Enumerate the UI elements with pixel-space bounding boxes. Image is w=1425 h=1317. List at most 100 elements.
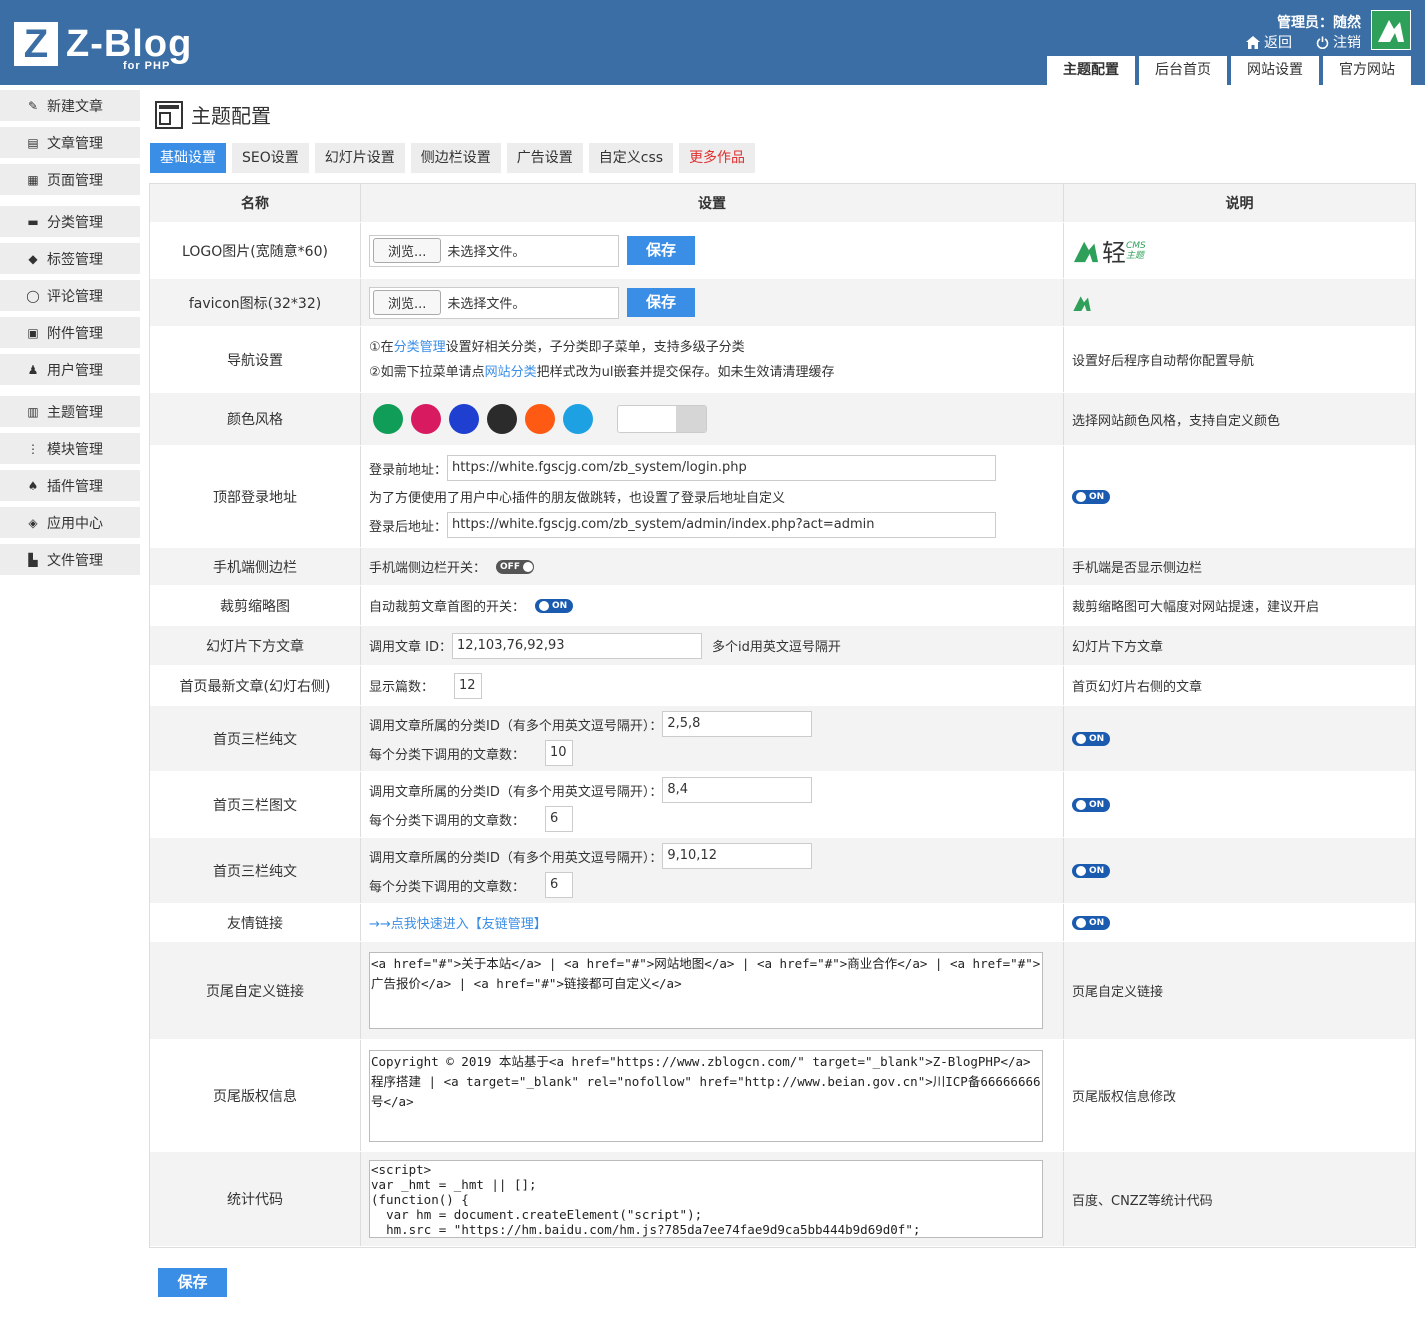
- three1-toggle[interactable]: ON: [1072, 731, 1110, 746]
- comment-icon: ◯: [26, 288, 40, 303]
- hint-text: 设置好相关分类，子分类即子菜单，支持多级子分类: [445, 339, 745, 355]
- tab-basic[interactable]: 基础设置: [150, 143, 226, 173]
- sidebar-item-new-article[interactable]: ✎ 新建文章: [0, 90, 140, 121]
- header-description: 说明: [1225, 196, 1254, 212]
- sidebar-item-attachments[interactable]: ▣ 附件管理: [0, 317, 140, 348]
- sidebar-item-comments[interactable]: ◯ 评论管理: [0, 280, 140, 311]
- sidebar-item-modules[interactable]: ⋮ 模块管理: [0, 433, 140, 464]
- row-description: 页尾自定义链接: [1072, 985, 1164, 1000]
- zblog-logo[interactable]: Z Z-Blog for PHP: [14, 22, 193, 72]
- three2-category-input[interactable]: 8,4: [662, 777, 813, 803]
- sidebar-item-plugins[interactable]: ♠ 插件管理: [0, 470, 140, 501]
- tab-admin-home[interactable]: 后台首页: [1139, 56, 1227, 85]
- row-description: 页尾版权信息修改: [1072, 1090, 1177, 1105]
- toggle-label: ON: [552, 600, 568, 611]
- sidebar-item-pages[interactable]: ▦ 页面管理: [0, 164, 140, 195]
- browse-button[interactable]: 浏览...: [373, 290, 442, 315]
- friend-links-manage-link[interactable]: →→点我快速进入【友链管理】: [369, 913, 1055, 932]
- three2-toggle[interactable]: ON: [1072, 797, 1110, 812]
- hint-text: ①在: [369, 339, 394, 355]
- table-row: 导航设置 ①在分类管理设置好相关分类，子分类即子菜单，支持多级子分类 ②如需下拉…: [150, 327, 1415, 393]
- row-label: favicon图标(32*32): [150, 279, 361, 326]
- tab-seo[interactable]: SEO设置: [232, 143, 309, 173]
- friend-links-toggle[interactable]: ON: [1072, 915, 1110, 930]
- row-label: 顶部登录地址: [150, 446, 361, 547]
- custom-color-picker[interactable]: [617, 405, 707, 433]
- toggle-label: ON: [1089, 491, 1105, 502]
- back-link[interactable]: 返回: [1246, 32, 1292, 52]
- tab-site-settings[interactable]: 网站设置: [1231, 56, 1319, 85]
- table-row: 首页三栏纯文 调用文章所属的分类ID（有多个用英文逗号隔开）： 9,10,12 每…: [150, 838, 1415, 904]
- color-swatch-blue[interactable]: [449, 404, 479, 434]
- box-icon: ◈: [28, 515, 38, 530]
- latest-count-input[interactable]: 12: [454, 672, 483, 699]
- tab-slideshow[interactable]: 幻灯片设置: [314, 143, 405, 173]
- sidebar-item-articles[interactable]: ▤ 文章管理: [0, 127, 140, 158]
- row-label: LOGO图片(宽随意*60): [150, 223, 361, 278]
- tab-sidebar[interactable]: 侧边栏设置: [410, 143, 501, 173]
- login-after-input[interactable]: https://white.fgscjg.com/zb_system/admin…: [447, 512, 997, 538]
- color-swatch-pink[interactable]: [411, 404, 441, 434]
- table-row: 颜色风格 选择网站颜色风格，支持自定义颜色: [150, 393, 1415, 446]
- row-description: 百度、CNZZ等统计代码: [1072, 1193, 1213, 1209]
- logo-title: Z-Blog: [66, 22, 193, 65]
- sidebar-item-users[interactable]: ♟ 用户管理: [0, 354, 140, 385]
- login-before-input[interactable]: https://white.fgscjg.com/zb_system/login…: [447, 455, 997, 481]
- color-swatch-orange[interactable]: [525, 404, 555, 434]
- no-file-text: 未选择文件。: [447, 245, 526, 260]
- favicon-file-input[interactable]: 浏览... 未选择文件。: [369, 286, 619, 319]
- settings-table: 名称 设置 说明 LOGO图片(宽随意*60) 浏览... 未选择文件。 保存 …: [149, 183, 1416, 1248]
- layout-icon: [155, 100, 183, 129]
- table-row: 首页最新文章(幻灯右侧) 显示篇数： 12 首页幻灯片右侧的文章: [150, 666, 1415, 706]
- tab-more-works[interactable]: 更多作品: [679, 143, 756, 173]
- footer-links-textarea[interactable]: <a href="#">关于本站</a> | <a href="#">网站地图<…: [369, 952, 1043, 1029]
- favicon-preview-icon: [1073, 295, 1091, 311]
- toggle-label: OFF: [500, 561, 520, 572]
- tab-ads[interactable]: 广告设置: [506, 143, 583, 173]
- thumb-crop-toggle[interactable]: ON: [535, 598, 574, 613]
- sidebar-item-themes[interactable]: ▥ 主题管理: [0, 396, 140, 427]
- submit-save-button[interactable]: 保存: [158, 1268, 227, 1297]
- logout-link[interactable]: 注销: [1316, 32, 1361, 52]
- sidebar: ✎ 新建文章 ▤ 文章管理 ▦ 页面管理 ▬ 分类管理 ◆ 标签管理 ◯ 评论管理 ▣ 附件管…: [0, 90, 140, 581]
- admin-links: 返回 注销: [1246, 32, 1361, 52]
- sidebar-item-app-center[interactable]: ◈ 应用中心: [0, 507, 140, 538]
- tab-official-site[interactable]: 官方网站: [1323, 56, 1411, 85]
- logo-save-button[interactable]: 保存: [627, 236, 695, 265]
- favicon-save-button[interactable]: 保存: [627, 288, 695, 317]
- tab-custom-css[interactable]: 自定义css: [588, 143, 674, 173]
- color-swatch-black[interactable]: [487, 404, 517, 434]
- field-label: 自动裁剪文章首图的开关：: [369, 600, 526, 615]
- plug-icon: ♠: [27, 478, 39, 493]
- sidebar-label: 页面管理: [47, 172, 103, 189]
- table-row: 手机端侧边栏 手机端侧边栏开关： OFF 手机端是否显示侧边栏: [150, 548, 1415, 586]
- brand-sub-top: CMS: [1126, 240, 1146, 251]
- sidebar-item-files[interactable]: ▙ 文件管理: [0, 544, 140, 575]
- three3-toggle[interactable]: ON: [1072, 863, 1110, 878]
- slide-article-ids-input[interactable]: 12,103,76,92,93: [451, 632, 702, 659]
- three2-count-input[interactable]: 6: [545, 806, 574, 832]
- logo-file-input[interactable]: 浏览... 未选择文件。: [369, 234, 619, 267]
- mobile-sidebar-toggle[interactable]: OFF: [496, 559, 535, 574]
- sidebar-label: 文章管理: [47, 135, 103, 152]
- sidebar-item-tags[interactable]: ◆ 标签管理: [0, 243, 140, 274]
- color-swatch-cyan[interactable]: [563, 404, 593, 434]
- three1-category-input[interactable]: 2,5,8: [662, 711, 813, 737]
- user-avatar[interactable]: [1371, 10, 1411, 50]
- toggle-label: ON: [1089, 799, 1105, 810]
- stats-code-textarea[interactable]: <script> var _hmt = _hmt || []; (functio…: [369, 1160, 1043, 1238]
- three3-category-input[interactable]: 9,10,12: [662, 843, 813, 869]
- table-row: 幻灯片下方文章 调用文章 ID： 12,103,76,92,93 多个id用英文逗号…: [150, 626, 1415, 666]
- login-toggle[interactable]: ON: [1072, 489, 1110, 504]
- color-swatch-green[interactable]: [373, 404, 403, 434]
- user-icon: ♟: [27, 362, 39, 377]
- copyright-textarea[interactable]: Copyright © 2019 本站基于<a href="https://ww…: [369, 1049, 1043, 1142]
- browse-button[interactable]: 浏览...: [373, 238, 442, 263]
- three3-count-input[interactable]: 6: [545, 872, 574, 898]
- sidebar-item-categories[interactable]: ▬ 分类管理: [0, 206, 140, 237]
- site-category-link[interactable]: 网站分类: [485, 365, 537, 380]
- category-manage-link[interactable]: 分类管理: [394, 340, 446, 355]
- table-row: 首页三栏图文 调用文章所属的分类ID（有多个用英文逗号隔开）： 8,4 每个分类下…: [150, 772, 1415, 838]
- three1-count-input[interactable]: 10: [545, 740, 574, 766]
- tab-theme-config[interactable]: 主题配置: [1047, 56, 1135, 85]
